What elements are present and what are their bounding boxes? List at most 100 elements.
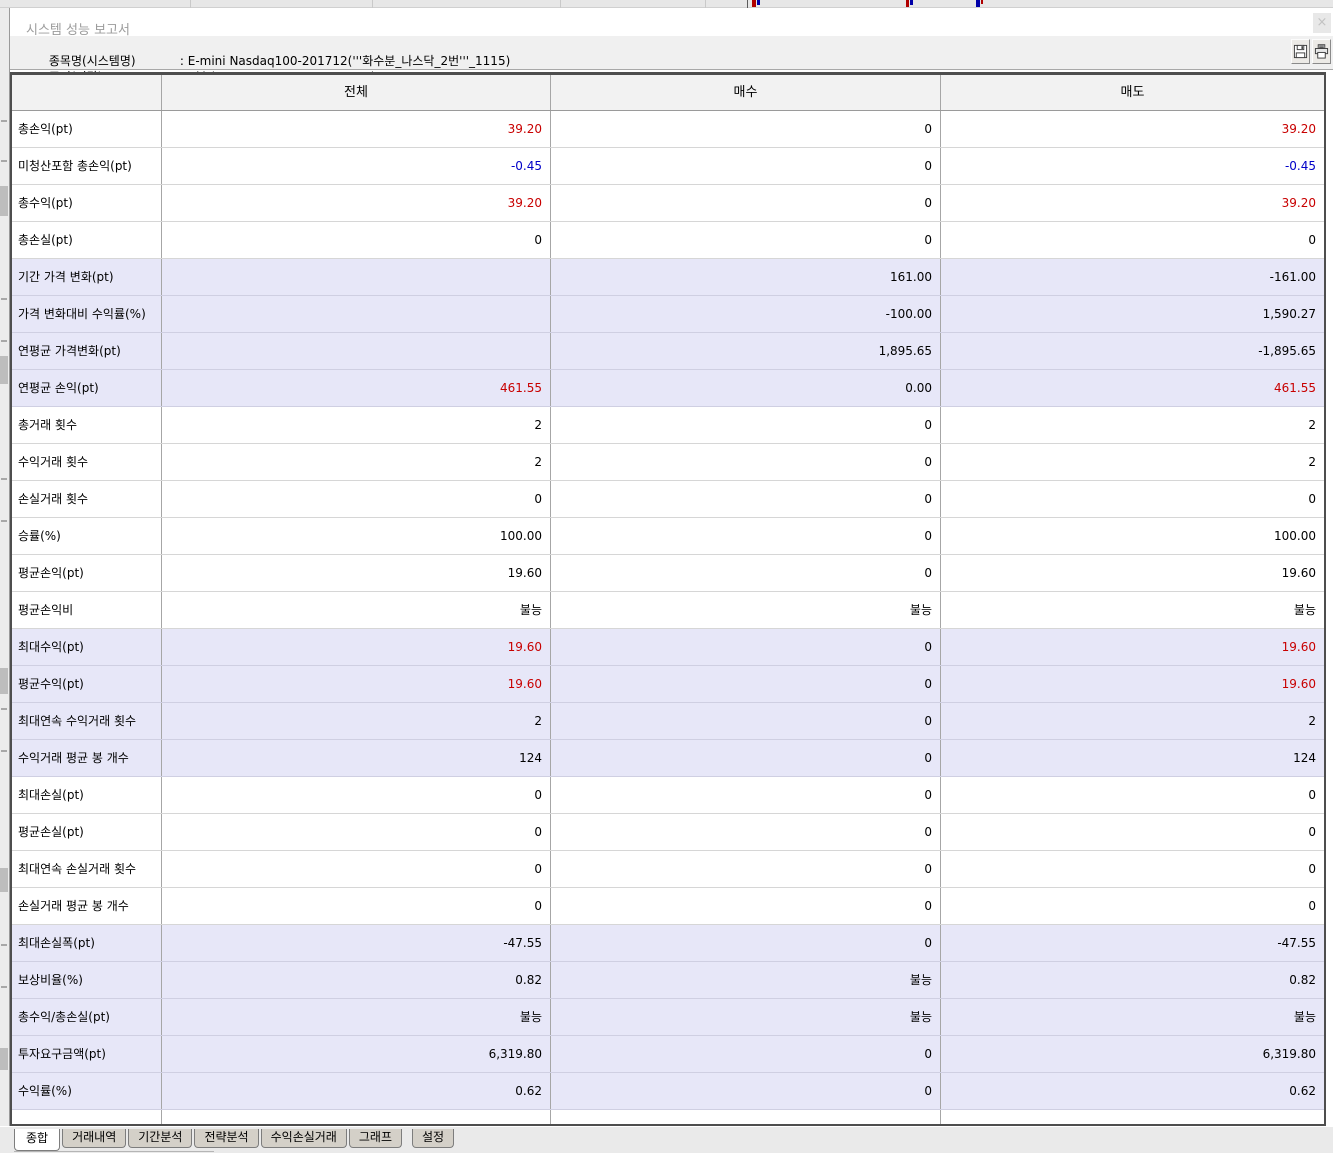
metric-label: 투자요구금액(pt) — [12, 1036, 162, 1072]
divider — [190, 0, 191, 8]
metric-label: 수익거래 횟수 — [12, 444, 162, 480]
table-row: 연평균 가격변화(pt) 1,895.65 -1,895.65 — [12, 333, 1324, 370]
table-row: 손실거래 평균 봉 개수 0 0 0 — [12, 888, 1324, 925]
value-total: 불능 — [162, 592, 551, 628]
value-sell: 6,319.80 — [941, 1036, 1324, 1072]
table-row: 가격 변화대비 수익률(%) -100.00 1,590.27 — [12, 296, 1324, 333]
background-window-sliver-top — [0, 0, 1333, 8]
value-buy: 0 — [551, 888, 941, 924]
table-row: 연평균 손익(pt) 461.55 0.00 461.55 — [12, 370, 1324, 407]
value-buy: 0 — [551, 1073, 941, 1109]
save-button[interactable] — [1291, 39, 1310, 64]
value-sell: 100.00 — [941, 518, 1324, 554]
metric-label: 총수익(pt) — [12, 185, 162, 221]
metric-label: 기간 가격 변화(pt) — [12, 259, 162, 295]
value-total: 0 — [162, 481, 551, 517]
value-buy: 불능 — [551, 999, 941, 1035]
value-sell: 불능 — [941, 592, 1324, 628]
table-row: 총거래 횟수 2 0 2 — [12, 407, 1324, 444]
value-buy: 불능 — [551, 962, 941, 998]
candle-fragment — [976, 0, 980, 7]
metric-label: 평균손익비 — [12, 592, 162, 628]
value-sell: 1,590.27 — [941, 296, 1324, 332]
divider — [705, 0, 706, 8]
value-sell: 0.82 — [941, 962, 1324, 998]
bottom-tab[interactable]: 종합 — [14, 1129, 60, 1151]
bottom-tab[interactable]: 설정 — [412, 1129, 454, 1148]
dialog-titlebar: 시스템 성능 보고서 × — [10, 8, 1333, 36]
value-sell: 2 — [941, 703, 1324, 739]
column-header-sell: 매도 — [941, 75, 1324, 110]
bottom-tab[interactable]: 기간분석 — [128, 1129, 192, 1148]
bottom-tab[interactable]: 거래내역 — [62, 1129, 126, 1148]
candle-fragment — [757, 0, 760, 5]
metric-column-header — [12, 75, 162, 110]
table-row: 총손익(pt) 39.20 0 39.20 — [12, 111, 1324, 148]
value-sell: 0 — [941, 888, 1324, 924]
value-sell: 19.60 — [941, 555, 1324, 591]
value-buy: 0 — [551, 740, 941, 776]
value-total: 461.55 — [162, 370, 551, 406]
table-row: 최대연속 수익거래 횟수 2 0 2 — [12, 703, 1324, 740]
table-row: 승률(%) 100.00 0 100.00 — [12, 518, 1324, 555]
value-buy: 0 — [551, 814, 941, 850]
value-total: 124 — [162, 740, 551, 776]
metric-label: 승률(%) — [12, 518, 162, 554]
candle-fragment — [981, 0, 983, 4]
value-sell: 0.62 — [941, 1073, 1324, 1109]
metric-label: 보상비율(%) — [12, 962, 162, 998]
value-buy: 1,895.65 — [551, 333, 941, 369]
bottom-tab[interactable]: 수익손실거래 — [261, 1129, 347, 1148]
value-total: 0.82 — [162, 962, 551, 998]
value-buy: 0 — [551, 111, 941, 147]
value-sell: 461.55 — [941, 370, 1324, 406]
metric-label: 최대수익(pt) — [12, 629, 162, 665]
table-row: 평균손익(pt) 19.60 0 19.60 — [12, 555, 1324, 592]
value-total: 0 — [162, 814, 551, 850]
print-icon — [1314, 44, 1329, 59]
value-total: 19.60 — [162, 555, 551, 591]
metric-label: 연평균 가격변화(pt) — [12, 333, 162, 369]
table-row: 최대수익(pt) 19.60 0 19.60 — [12, 629, 1324, 666]
value-buy: 0 — [551, 407, 941, 443]
table-row: 수익거래 평균 봉 개수 124 0 124 — [12, 740, 1324, 777]
metric-label: 총손익(pt) — [12, 111, 162, 147]
metric-label: 최대연속 수익거래 횟수 — [12, 703, 162, 739]
value-total: 0 — [162, 851, 551, 887]
value-sell: 124 — [941, 740, 1324, 776]
column-header-buy: 매수 — [551, 75, 941, 110]
value-sell: 0 — [941, 222, 1324, 258]
candle-fragment — [906, 0, 909, 7]
print-button[interactable] — [1312, 39, 1331, 64]
metric-label: 총거래 횟수 — [12, 407, 162, 443]
column-header-total: 전체 — [162, 75, 551, 110]
table-row: 최대연속 손실거래 횟수 0 0 0 — [12, 851, 1324, 888]
metric-label: 손실거래 횟수 — [12, 481, 162, 517]
value-total — [162, 296, 551, 332]
bottom-tab[interactable]: 전략분석 — [194, 1129, 258, 1148]
value-total: 2 — [162, 703, 551, 739]
background-window-sliver-left — [0, 8, 10, 1153]
value-buy: 0 — [551, 481, 941, 517]
value-buy: 161.00 — [551, 259, 941, 295]
value-sell: -47.55 — [941, 925, 1324, 961]
value-sell: 불능 — [941, 999, 1324, 1035]
metric-label: 가격 변화대비 수익률(%) — [12, 296, 162, 332]
value-buy: 0 — [551, 555, 941, 591]
value-sell: 0 — [941, 481, 1324, 517]
value-buy: 0 — [551, 444, 941, 480]
value-buy: 0 — [551, 851, 941, 887]
value-total: 2 — [162, 444, 551, 480]
close-button[interactable]: × — [1313, 13, 1331, 33]
value-sell: 0 — [941, 851, 1324, 887]
bottom-tab[interactable]: 그래프 — [349, 1129, 402, 1148]
table-row: 최대손실폭(pt) -47.55 0 -47.55 — [12, 925, 1324, 962]
value-sell: -1,895.65 — [941, 333, 1324, 369]
value-sell — [941, 1110, 1324, 1126]
value-sell: -161.00 — [941, 259, 1324, 295]
background-fragment — [14, 1151, 214, 1152]
value-sell: -0.45 — [941, 148, 1324, 184]
table-row: 수익거래 횟수 2 0 2 — [12, 444, 1324, 481]
value-total: 39.20 — [162, 185, 551, 221]
metric-label: 평균손익(pt) — [12, 555, 162, 591]
